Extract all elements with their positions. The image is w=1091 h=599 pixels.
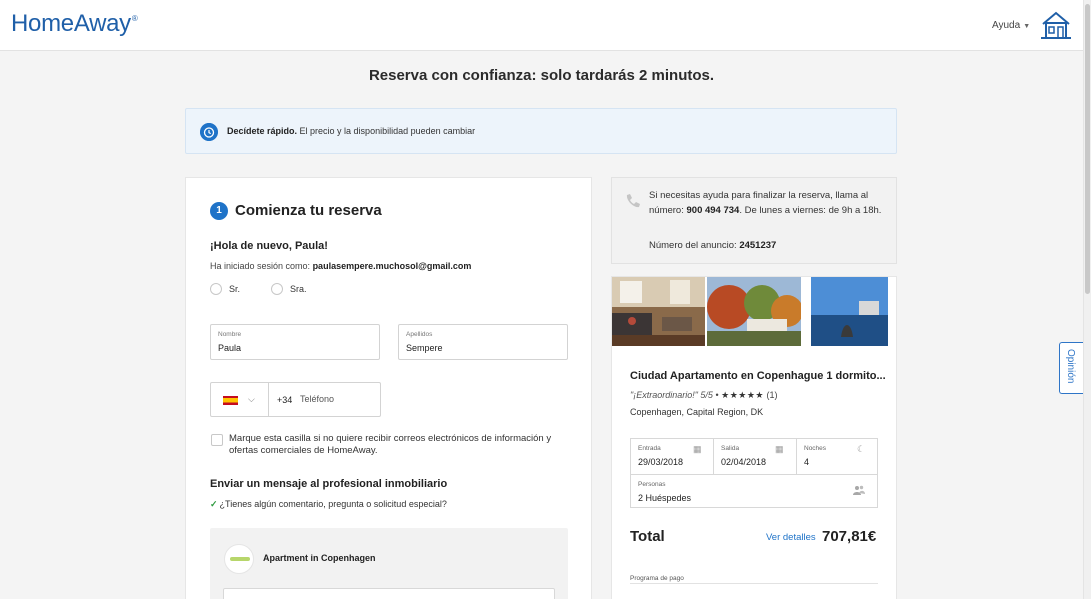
- checkin-label: Entrada: [638, 445, 661, 452]
- owner-name: Apartment in Copenhagen: [263, 553, 376, 563]
- marketing-optout-checkbox[interactable]: [211, 434, 223, 446]
- people-icon: [853, 485, 865, 495]
- homeaway-logo[interactable]: HomeAway®: [11, 10, 138, 38]
- moon-icon: ☾: [857, 444, 866, 454]
- phone-divider: [268, 383, 269, 416]
- checkmark-icon: ✓: [210, 499, 218, 509]
- owner-logo: [224, 544, 254, 574]
- message-section-title: Enviar un mensaje al profesional inmobil…: [210, 478, 448, 490]
- property-photo-garden[interactable]: [707, 277, 801, 346]
- message-textarea[interactable]: [223, 588, 555, 599]
- property-rating: "¡Extraordinario!" 5/5 • ★★★★★ (1): [630, 390, 778, 400]
- booking-form-card: 1 Comienza tu reserva ¡Hola de nuevo, Pa…: [185, 177, 592, 599]
- checkout-label: Salida: [721, 445, 740, 452]
- step-number-badge: 1: [210, 202, 228, 220]
- help-menu-label: Ayuda: [992, 20, 1021, 31]
- phone-field: ⌵ +34: [210, 382, 381, 417]
- nights-label: Noches: [804, 445, 827, 452]
- greeting: ¡Hola de nuevo, Paula!: [210, 240, 328, 252]
- calendar-icon: ▦: [775, 444, 784, 454]
- property-photo-harbour[interactable]: [811, 277, 888, 346]
- nights-count: 4: [804, 457, 810, 467]
- first-name-label: Nombre: [218, 331, 242, 338]
- marketing-optout-label[interactable]: Marque esta casilla si no quiere recibir…: [229, 433, 569, 457]
- help-text: Si necesitas ayuda para finalizar la res…: [649, 190, 882, 216]
- first-name-field[interactable]: Nombre Paula: [210, 324, 380, 360]
- payment-plan-label: Programa de pago: [630, 575, 684, 582]
- ad-number: Número del anuncio: 2451237: [649, 240, 777, 251]
- property-photo-living-room[interactable]: [612, 277, 705, 346]
- urgency-alert: Decídete rápido. El precio y la disponib…: [185, 108, 897, 154]
- total-price: 707,81€: [822, 528, 877, 545]
- step-title: Comienza tu reserva: [235, 202, 382, 219]
- first-name-value[interactable]: Paula: [218, 343, 241, 353]
- clock-icon: [200, 123, 218, 141]
- guests-count: 2 Huéspedes: [638, 493, 692, 503]
- calendar-icon: ▦: [693, 444, 702, 454]
- property-summary-card: Ciudad Apartamento en Copenhague 1 dormi…: [611, 276, 897, 599]
- page-scrollbar[interactable]: [1083, 0, 1091, 599]
- property-title[interactable]: Ciudad Apartamento en Copenhague 1 dormi…: [630, 370, 886, 382]
- guests-label: Personas: [638, 481, 666, 488]
- caret-down-icon: ▼: [1023, 23, 1031, 30]
- checkout-cell[interactable]: Salida 02/04/2018 ▦: [714, 439, 796, 474]
- stay-details-box: Entrada 29/03/2018 ▦ Salida 02/04/2018 ▦…: [630, 438, 878, 508]
- checkin-date: 29/03/2018: [638, 457, 684, 467]
- last-name-label: Apellidos: [406, 331, 433, 338]
- scrollbar-thumb[interactable]: [1085, 4, 1090, 294]
- session-email: paulasempere.muchosol@gmail.com: [312, 261, 472, 271]
- last-name-field[interactable]: Apellidos Sempere: [398, 324, 568, 360]
- total-label: Total: [630, 528, 665, 545]
- checkout-date: 02/04/2018: [721, 457, 767, 467]
- checkin-cell[interactable]: Entrada 29/03/2018 ▦: [631, 439, 713, 474]
- help-menu[interactable]: Ayuda ▼: [992, 20, 1030, 31]
- message-prompt: ✓ ¿Tienes algún comentario, pregunta o so…: [210, 499, 447, 509]
- title-radio-sr[interactable]: [210, 283, 222, 295]
- phone-input[interactable]: [300, 394, 376, 404]
- view-details-link[interactable]: Ver detalles: [766, 532, 816, 543]
- guests-cell[interactable]: Personas 2 Huéspedes: [631, 475, 877, 508]
- property-location: Copenhagen, Capital Region, DK: [630, 407, 764, 417]
- help-contact-box: Si necesitas ayuda para finalizar la res…: [611, 177, 897, 264]
- house-icon[interactable]: [1040, 10, 1072, 40]
- help-phone-number: 900 494 734: [686, 204, 740, 216]
- title-radio-sra[interactable]: [271, 283, 283, 295]
- feedback-tab-label: Opinión: [1065, 349, 1076, 384]
- title-radio-sr-label[interactable]: Sr.: [229, 284, 240, 294]
- alert-text: Decídete rápido. El precio y la disponib…: [227, 126, 476, 136]
- phone-icon: [626, 194, 640, 208]
- feedback-tab[interactable]: Opinión: [1059, 342, 1083, 394]
- session-info: Ha iniciado sesión como: paulasempere.mu…: [210, 261, 472, 271]
- top-navigation-bar: HomeAway® Ayuda ▼: [0, 0, 1091, 51]
- page-title: Reserva con confianza: solo tardarás 2 m…: [368, 67, 715, 84]
- nights-cell: Noches 4 ☾: [797, 439, 877, 474]
- payment-plan-divider: [630, 583, 878, 584]
- spain-flag-icon[interactable]: [223, 396, 238, 405]
- last-name-value[interactable]: Sempere: [406, 343, 443, 353]
- message-box: Apartment in Copenhagen: [210, 528, 568, 599]
- title-radio-sra-label[interactable]: Sra.: [290, 284, 307, 294]
- phone-country-code: +34: [277, 395, 293, 405]
- chevron-down-icon[interactable]: ⌵: [248, 394, 255, 405]
- star-rating-icon: ★★★★★: [721, 390, 764, 400]
